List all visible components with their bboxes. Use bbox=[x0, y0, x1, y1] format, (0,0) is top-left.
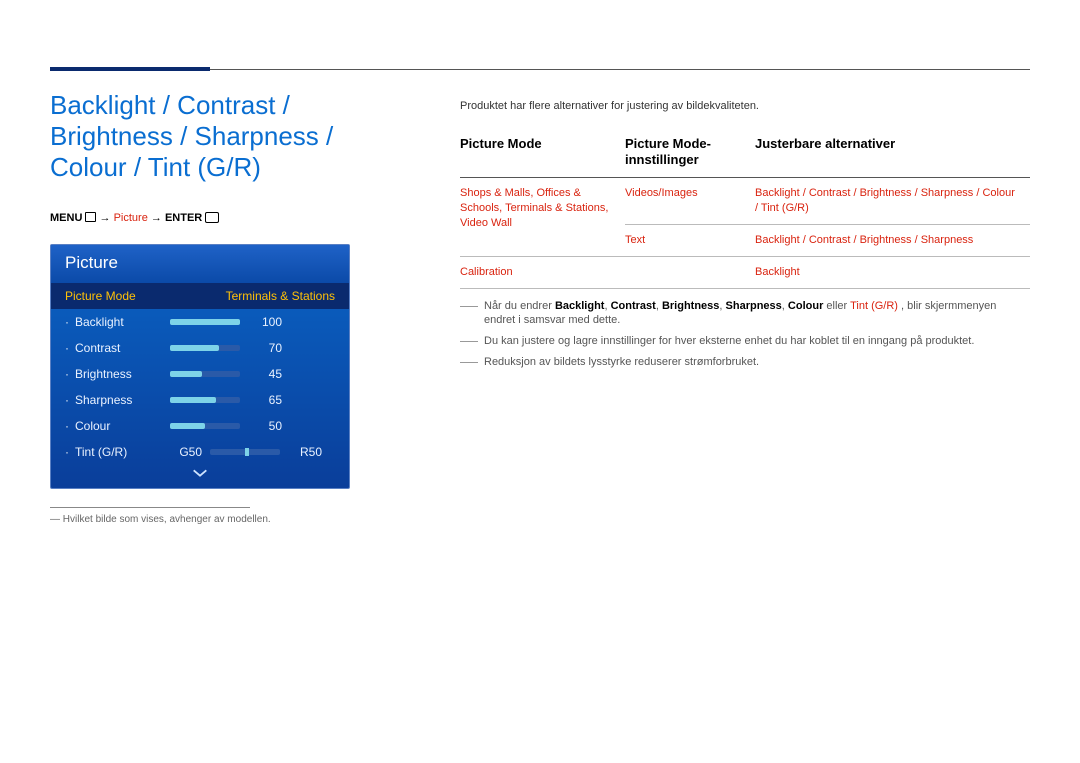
arrow-icon: → bbox=[100, 212, 114, 224]
table-header: Justerbare alternativer bbox=[755, 130, 1030, 178]
bullet-icon: · bbox=[65, 419, 69, 433]
osd-picture-mode-row[interactable]: Picture Mode Terminals & Stations bbox=[51, 283, 349, 309]
chevron-down-icon bbox=[191, 467, 209, 479]
cell-adjust: Backlight / Contrast / Brightness / Shar… bbox=[755, 178, 1030, 225]
notes-block: Når du endrer Backlight, Contrast, Brigh… bbox=[460, 299, 1030, 370]
bullet-icon: · bbox=[65, 341, 69, 355]
osd-row-contrast[interactable]: · Contrast 70 bbox=[51, 335, 349, 361]
osd-row-sharpness[interactable]: · Sharpness 65 bbox=[51, 387, 349, 413]
top-divider bbox=[50, 0, 1030, 70]
tint-left-value: G50 bbox=[170, 445, 202, 459]
enter-label: ENTER bbox=[165, 212, 202, 224]
menu-icon bbox=[85, 212, 96, 222]
bullet-icon: · bbox=[65, 315, 69, 329]
right-column: Produktet har flere alternativer for jus… bbox=[460, 90, 1030, 525]
osd-scroll-down[interactable] bbox=[51, 465, 349, 488]
table-header: Picture Mode-innstillinger bbox=[625, 130, 755, 178]
bullet-icon: · bbox=[65, 393, 69, 407]
osd-item-value: 70 bbox=[250, 341, 282, 355]
options-table: Picture Mode Picture Mode-innstillinger … bbox=[460, 130, 1030, 289]
cell-adjust: Backlight bbox=[755, 256, 1030, 288]
bullet-icon: · bbox=[65, 445, 69, 459]
osd-item-label: Colour bbox=[75, 419, 170, 433]
bullet-icon: · bbox=[65, 367, 69, 381]
menu-label: MENU bbox=[50, 212, 82, 224]
osd-picture-mode-value: Terminals & Stations bbox=[226, 289, 335, 303]
menu-path: MENU → Picture → ENTER bbox=[50, 212, 410, 224]
table-row: Calibration Backlight bbox=[460, 256, 1030, 288]
left-column: Backlight / Contrast / Brightness / Shar… bbox=[50, 90, 410, 525]
osd-item-value: 100 bbox=[250, 315, 282, 329]
footnote-content: Hvilket bilde som vises, avhenger av mod… bbox=[63, 514, 271, 525]
osd-item-value: 65 bbox=[250, 393, 282, 407]
table-row: Shops & Malls, Offices & Schools, Termin… bbox=[460, 178, 1030, 225]
osd-row-backlight[interactable]: · Backlight 100 bbox=[51, 309, 349, 335]
cell-setting: Text bbox=[625, 224, 755, 256]
cell-mode: Calibration bbox=[460, 256, 625, 288]
note-dash-icon bbox=[460, 341, 478, 342]
tint-slider[interactable] bbox=[210, 449, 280, 455]
table-header: Picture Mode bbox=[460, 130, 625, 178]
osd-item-value: 50 bbox=[250, 419, 282, 433]
note-item: Reduksjon av bildets lysstyrke reduserer… bbox=[460, 355, 1030, 370]
osd-panel: Picture Picture Mode Terminals & Station… bbox=[50, 244, 350, 489]
accent-bar bbox=[50, 67, 210, 71]
tint-right-value: R50 bbox=[290, 445, 322, 459]
note-item: Når du endrer Backlight, Contrast, Brigh… bbox=[460, 299, 1030, 329]
osd-slider[interactable] bbox=[170, 397, 240, 403]
osd-slider[interactable] bbox=[170, 345, 240, 351]
osd-item-value: 45 bbox=[250, 367, 282, 381]
osd-item-label: Backlight bbox=[75, 315, 170, 329]
osd-slider[interactable] bbox=[170, 371, 240, 377]
enter-icon bbox=[205, 212, 219, 223]
note-item: Du kan justere og lagre innstillinger fo… bbox=[460, 334, 1030, 349]
osd-item-label: Contrast bbox=[75, 341, 170, 355]
osd-slider[interactable] bbox=[170, 423, 240, 429]
note-dash-icon bbox=[460, 362, 478, 363]
menu-picture: Picture bbox=[114, 212, 148, 224]
osd-row-brightness[interactable]: · Brightness 45 bbox=[51, 361, 349, 387]
arrow-icon: → bbox=[151, 212, 165, 224]
osd-slider[interactable] bbox=[170, 319, 240, 325]
cell-setting: Videos/Images bbox=[625, 178, 755, 225]
footnote-rule bbox=[50, 507, 250, 508]
cell-adjust: Backlight / Contrast / Brightness / Shar… bbox=[755, 224, 1030, 256]
content-area: Backlight / Contrast / Brightness / Shar… bbox=[0, 70, 1080, 525]
osd-item-label: Tint (G/R) bbox=[75, 445, 170, 459]
osd-title: Picture bbox=[51, 245, 349, 283]
note-dash-icon bbox=[460, 306, 478, 307]
footnote-text: ― Hvilket bilde som vises, avhenger av m… bbox=[50, 514, 410, 525]
osd-row-colour[interactable]: · Colour 50 bbox=[51, 413, 349, 439]
osd-item-label: Brightness bbox=[75, 367, 170, 381]
osd-picture-mode-label: Picture Mode bbox=[65, 289, 136, 303]
osd-item-label: Sharpness bbox=[75, 393, 170, 407]
intro-text: Produktet har flere alternativer for jus… bbox=[460, 100, 1030, 112]
page-title: Backlight / Contrast / Brightness / Shar… bbox=[50, 90, 410, 184]
cell-setting bbox=[625, 256, 755, 288]
cell-mode: Shops & Malls, Offices & Schools, Termin… bbox=[460, 178, 625, 257]
osd-row-tint[interactable]: · Tint (G/R) G50 R50 bbox=[51, 439, 349, 465]
